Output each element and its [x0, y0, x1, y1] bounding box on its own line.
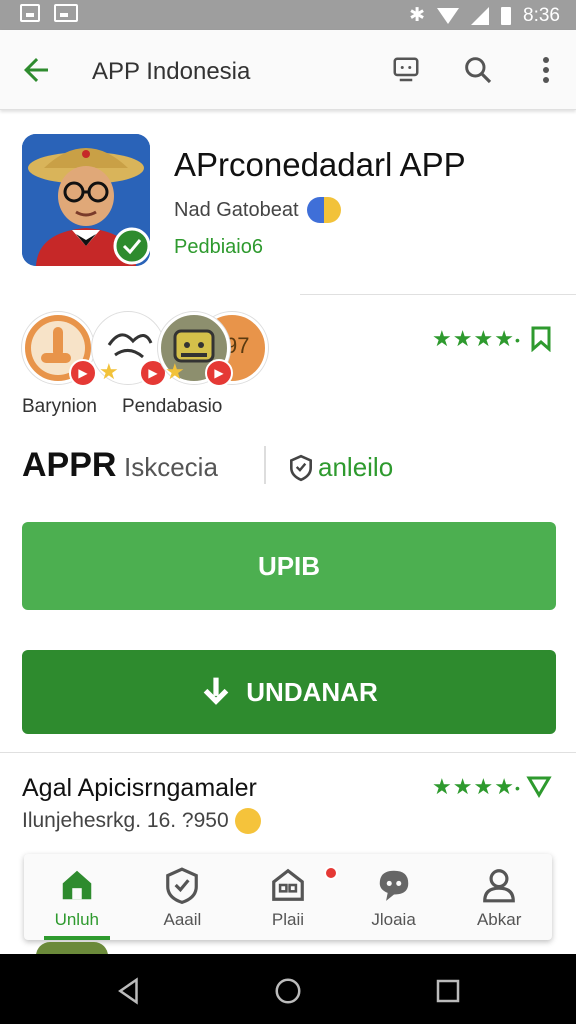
shield-check-icon: [166, 867, 199, 904]
reviewer-label: Barynion: [22, 396, 97, 417]
system-nav-bar: [0, 954, 576, 1024]
wifi-icon: [437, 7, 460, 24]
shield-icon: [290, 454, 312, 481]
star-icon: ★: [473, 774, 495, 799]
notification-dot: [324, 866, 338, 880]
active-indicator: [44, 936, 110, 940]
nav-label: Plaii: [271, 910, 305, 929]
update-button[interactable]: UPIB: [22, 522, 556, 610]
nav-item-home[interactable]: Unluh: [24, 854, 130, 940]
home-circle-icon[interactable]: [273, 976, 303, 1006]
battery-icon: [501, 6, 512, 25]
nav-item-plaii[interactable]: Plaii: [235, 854, 341, 940]
divider: [264, 446, 266, 484]
stat-primary: APPR: [22, 446, 117, 484]
star-icon: ★: [494, 326, 515, 351]
star-icon: ★: [452, 774, 474, 799]
status-time: 8:36: [523, 4, 560, 26]
recents-square-icon[interactable]: [433, 976, 463, 1006]
star-icon: ★: [432, 326, 453, 351]
reviewer-avatar[interactable]: ▶: [22, 312, 97, 387]
nav-label: Jloaia: [371, 910, 416, 929]
stat-right-label: anleilo: [318, 452, 394, 482]
signal-icon: [471, 6, 490, 25]
nav-label: Abkar: [476, 910, 522, 929]
reviewer-label: Pendabasio: [122, 396, 223, 417]
heart-icon[interactable]: [526, 774, 552, 798]
reviewer-avatar[interactable]: ★ ▶: [158, 312, 233, 387]
star-icon: ★: [99, 359, 119, 384]
rating-stars: ★★★★•: [432, 326, 521, 352]
search-icon[interactable]: [458, 50, 498, 90]
download-icon: [203, 677, 229, 705]
bluetooth-icon: ✱: [409, 5, 426, 26]
app-avatar-icon[interactable]: [22, 134, 150, 266]
chat-icon: [379, 870, 408, 901]
nav-label: Aaail: [163, 910, 202, 929]
back-arrow-icon[interactable]: [18, 52, 54, 88]
screenshot-icon: [20, 4, 40, 22]
rating-stars: ★★★★•: [432, 774, 521, 800]
play-badge-icon: ▶: [69, 359, 97, 387]
nav-item-jloaia[interactable]: Jloaia: [341, 854, 447, 940]
app-category[interactable]: Pedbiaio6: [174, 236, 263, 259]
dot-icon: •: [514, 332, 521, 349]
store-icon: [272, 868, 304, 901]
divider: [0, 752, 576, 753]
install-button[interactable]: UNDANAR: [22, 650, 556, 734]
update-button-label: UPIB: [257, 550, 321, 581]
info-subtitle-text: Ilunjehesrkg. 16. ?950: [22, 809, 229, 832]
info-title: Agal Apicisrngamaler: [22, 774, 257, 802]
nav-item-abkar[interactable]: Abkar: [446, 854, 552, 940]
stat-secondary: Iskcecia: [124, 452, 218, 482]
image-icon: [54, 4, 78, 22]
install-button-label: UNDANAR: [246, 676, 378, 707]
app-developer[interactable]: Nad Gatobeat: [174, 197, 341, 223]
dot-icon: •: [514, 780, 521, 797]
developer-name[interactable]: Nad Gatobeat: [174, 199, 299, 222]
toolbar: APP Indonesia: [0, 30, 576, 110]
play-badge-icon: ▶: [205, 359, 233, 387]
star-icon: ★: [473, 326, 495, 351]
emoji-icon: [234, 808, 261, 834]
star-icon: ★: [432, 774, 453, 799]
nav-item-aaail[interactable]: Aaail: [130, 854, 236, 940]
star-icon: ★: [494, 774, 515, 799]
more-vert-icon[interactable]: [526, 50, 566, 90]
info-subtitle: Ilunjehesrkg. 16. ?950: [22, 808, 261, 834]
stat-right[interactable]: anleilo: [288, 452, 393, 483]
divider: [300, 294, 576, 295]
reviewer-avatar[interactable]: ★ ▶: [92, 312, 167, 387]
tv-icon[interactable]: [386, 50, 426, 90]
nav-label: Unluh: [54, 910, 99, 929]
developer-badge-icon: [306, 197, 341, 223]
person-icon: [483, 869, 516, 903]
bookmark-icon[interactable]: [530, 326, 552, 352]
star-icon: ★: [165, 359, 185, 384]
star-icon: ★: [452, 326, 474, 351]
toolbar-title: APP Indonesia: [92, 58, 251, 85]
app-title: APrconedadarl APP: [174, 146, 466, 183]
bottom-nav: Unluh Aaail Plaii Jloaia Abkar: [24, 854, 552, 940]
back-triangle-icon[interactable]: [114, 976, 144, 1006]
home-icon: [62, 870, 92, 900]
status-bar: ✱ 8:36: [0, 0, 576, 30]
